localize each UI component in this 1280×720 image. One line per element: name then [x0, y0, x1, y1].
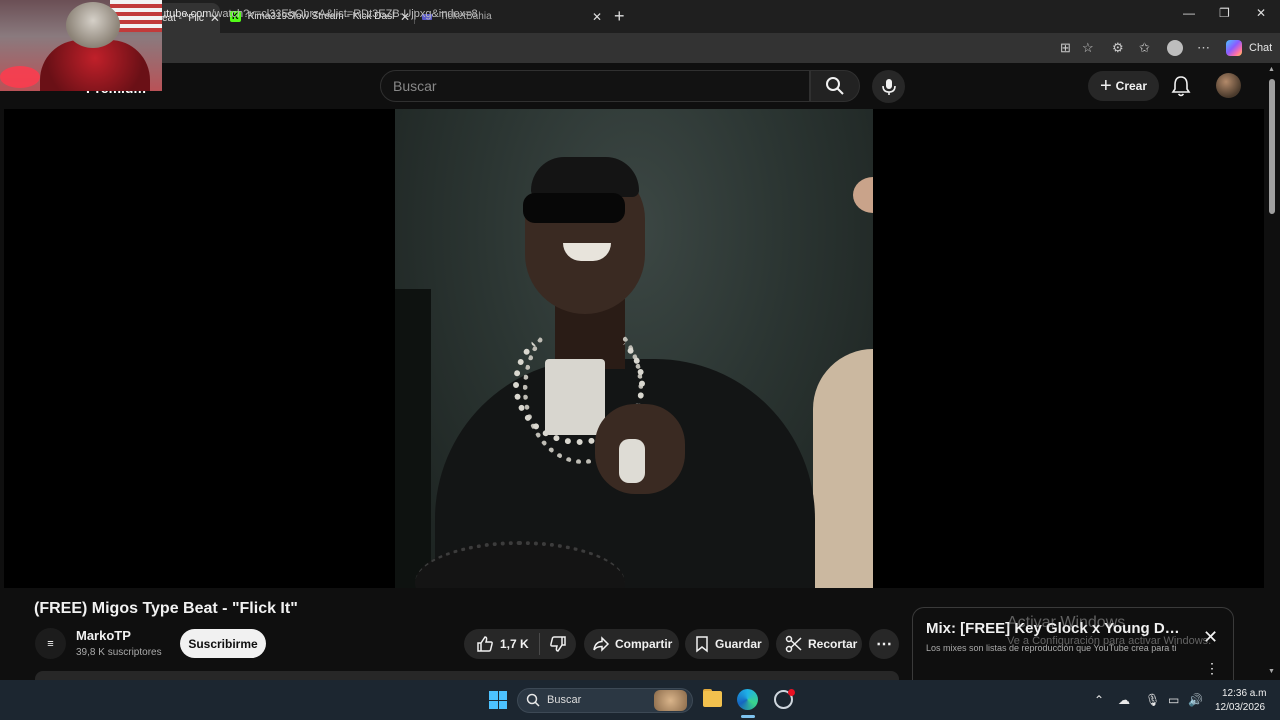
clock-date[interactable]: 12/03/2026: [1215, 702, 1265, 713]
favorite-star-icon[interactable]: ☆: [1082, 40, 1094, 56]
microphone-tray-icon[interactable]: 🎙: [1145, 693, 1160, 707]
extensions-icon[interactable]: ⚙: [1112, 40, 1124, 56]
youtube-account-avatar[interactable]: [1216, 73, 1241, 98]
cloud-error-icon[interactable]: ☁: [1118, 693, 1130, 707]
clip-label: Recortar: [808, 637, 858, 651]
close-window-icon[interactable]: ✕: [1256, 6, 1266, 20]
search-highlight-image[interactable]: [654, 690, 687, 711]
search-placeholder: Buscar: [393, 78, 437, 94]
create-label: Crear: [1115, 79, 1148, 93]
house-pendant: [545, 359, 605, 435]
search-button[interactable]: [810, 70, 860, 102]
notifications-button[interactable]: [1171, 75, 1191, 102]
more-actions-button[interactable]: ⋯: [869, 629, 899, 659]
bystander-head: [853, 177, 873, 213]
share-button[interactable]: Compartir: [584, 629, 679, 659]
activate-windows-hint: Ve a Configuración para activar Windows.: [1007, 635, 1212, 647]
search-input[interactable]: [380, 70, 810, 102]
network-icon[interactable]: ▭: [1168, 693, 1179, 707]
activate-windows-watermark: Activar Windows: [1007, 614, 1126, 631]
thumbs-down-icon: [549, 636, 566, 652]
bell-icon: [1171, 76, 1191, 97]
volume-icon[interactable]: 🔊: [1188, 693, 1203, 707]
artist-hair: [531, 157, 639, 197]
tray-chevron-up-icon[interactable]: ⌃: [1094, 693, 1104, 707]
chat-label[interactable]: Chat: [1249, 42, 1272, 54]
minimize-window-icon[interactable]: —: [1183, 6, 1195, 20]
share-label: Compartir: [615, 637, 673, 651]
like-button[interactable]: 1,7 K: [464, 629, 539, 659]
thumbs-up-icon: [477, 636, 493, 652]
webcam-overlay: [0, 0, 162, 91]
microphone-icon: [882, 79, 896, 95]
copilot-icon[interactable]: [1226, 40, 1242, 56]
like-count: 1,7 K: [500, 637, 529, 651]
taskbar-search-placeholder: Buscar: [547, 694, 582, 706]
browser-profile-avatar[interactable]: [1167, 40, 1183, 56]
channel-subscriber-count: 39,8 K suscriptores: [76, 647, 162, 658]
scrollbar-thumb[interactable]: [1269, 79, 1275, 214]
url-text[interactable]: utube.com/watch?v=cl33EhOhrzA&list=RDt3E…: [160, 8, 478, 20]
notification-badge: [788, 689, 795, 696]
mask-head: [66, 2, 120, 48]
ring: [619, 439, 645, 483]
share-arrow-icon: [593, 636, 610, 652]
active-app-indicator: [741, 715, 755, 718]
maximize-window-icon[interactable]: ❐: [1219, 6, 1230, 20]
clock-time[interactable]: 12:36 a.m: [1222, 688, 1266, 699]
scroll-down-arrow-icon[interactable]: ▼: [1268, 668, 1275, 675]
file-explorer-icon[interactable]: [703, 691, 722, 707]
description-box[interactable]: [35, 671, 899, 680]
search-icon: [526, 693, 540, 707]
sunglasses: [523, 193, 625, 223]
more-options-icon[interactable]: ⋯: [1197, 40, 1210, 56]
windows-start-icon[interactable]: [489, 691, 507, 709]
video-frame[interactable]: [395, 109, 873, 588]
scroll-up-arrow-icon[interactable]: ▲: [1268, 66, 1275, 73]
channel-avatar[interactable]: ≡: [35, 628, 66, 659]
dislike-button[interactable]: [539, 629, 576, 659]
save-label: Guardar: [715, 637, 762, 651]
background-shadow: [395, 289, 431, 588]
bookmark-icon: [696, 636, 708, 653]
video-title: (FREE) Migos Type Beat - "Flick It": [34, 600, 298, 617]
subscribe-button[interactable]: Suscribirme: [180, 629, 266, 658]
edge-browser-icon[interactable]: [737, 689, 758, 710]
clip-button[interactable]: Recortar: [776, 629, 862, 659]
save-button[interactable]: Guardar: [685, 629, 769, 659]
bystander-figure: [813, 349, 873, 588]
create-button[interactable]: + Crear: [1088, 71, 1159, 101]
voice-search-button[interactable]: [872, 70, 905, 103]
search-icon: [826, 77, 844, 95]
like-dislike-group: 1,7 K: [464, 629, 576, 659]
red-light: [0, 66, 40, 88]
split-screen-icon[interactable]: ⊞: [1060, 40, 1071, 56]
favorites-icon[interactable]: ✩: [1139, 40, 1150, 56]
scissors-icon: [785, 635, 802, 653]
channel-name[interactable]: MarkoTP: [76, 628, 131, 643]
plus-icon: +: [1099, 75, 1112, 97]
more-vertical-icon[interactable]: ⋮: [1205, 660, 1219, 677]
